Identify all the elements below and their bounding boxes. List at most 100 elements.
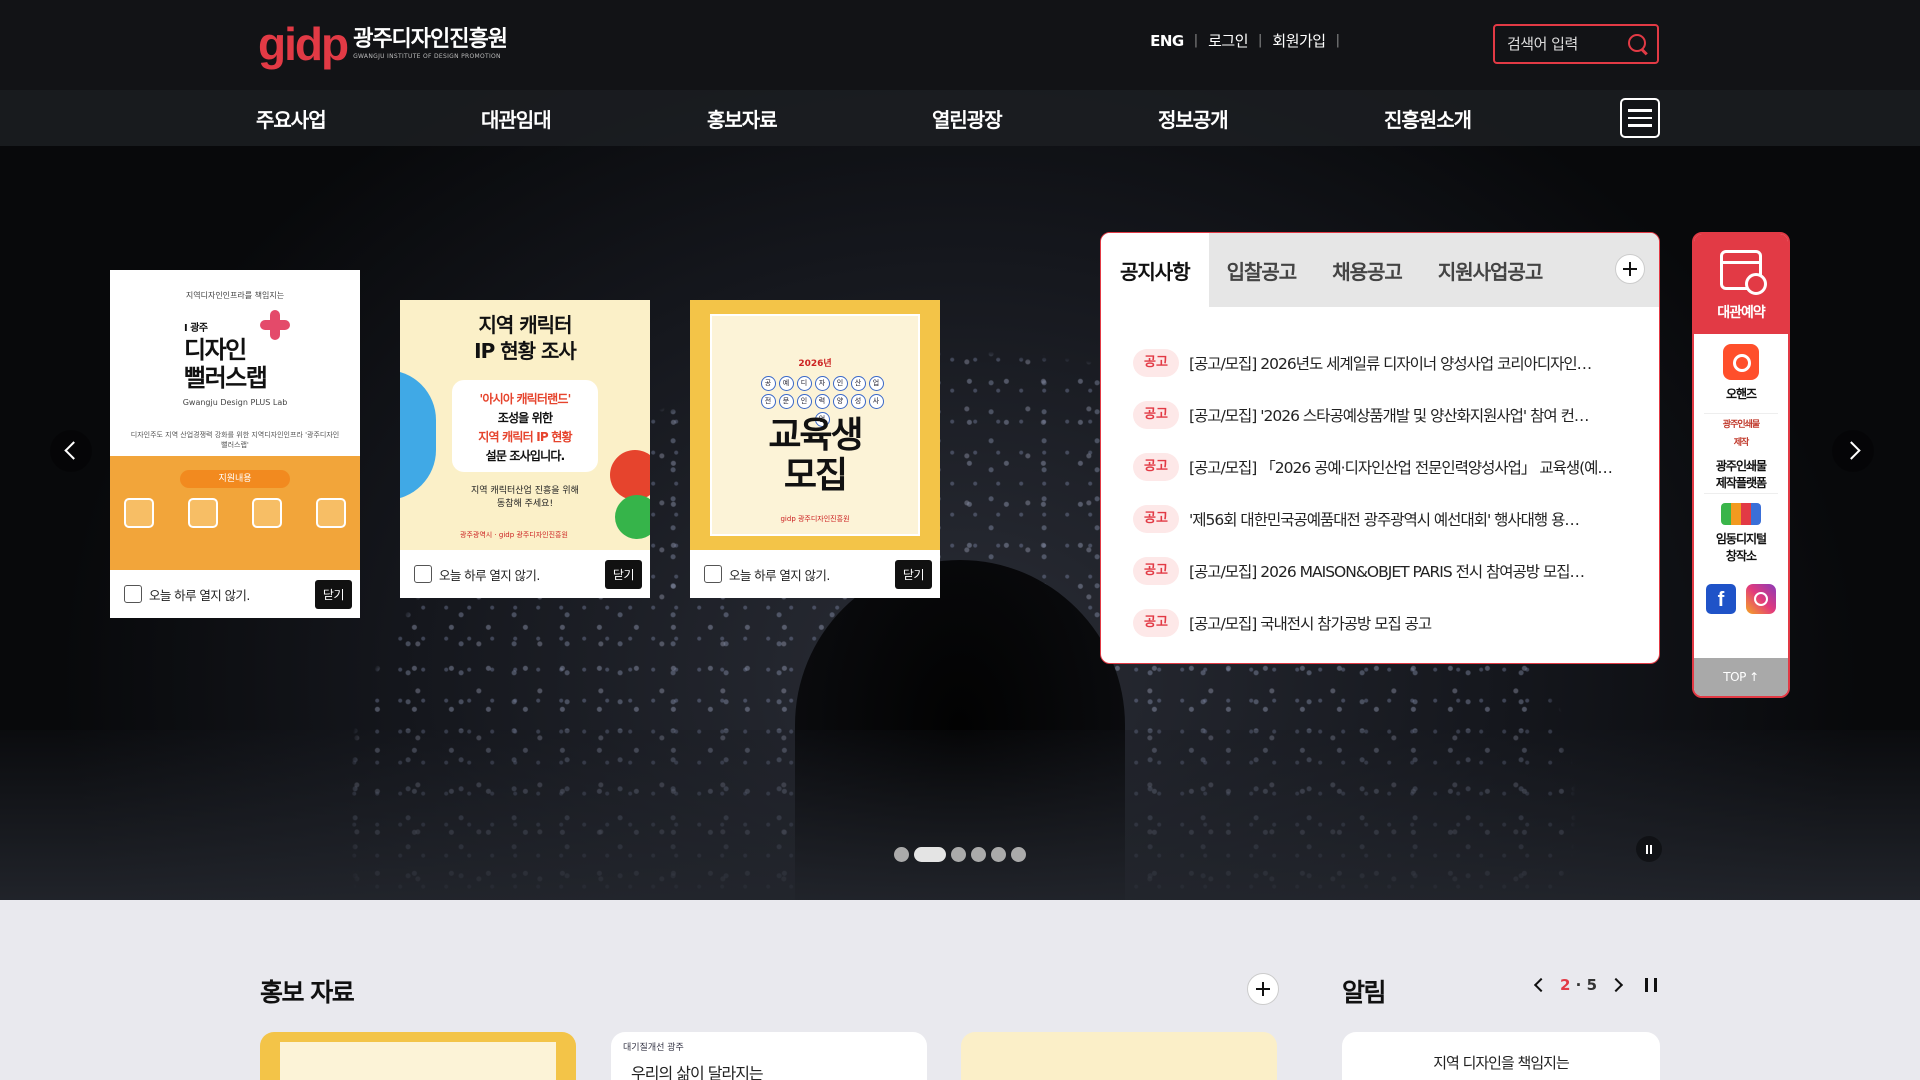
nav-item-open-square[interactable]: 열린광장 (932, 104, 1003, 133)
chevron-right-icon[interactable] (1608, 977, 1624, 993)
title-circle: 성 (850, 394, 866, 409)
title-circle: 예 (778, 376, 794, 391)
instagram-icon[interactable] (1746, 584, 1776, 614)
notice-badge: 공고 (1133, 505, 1179, 533)
slider-prev-icon[interactable] (50, 430, 92, 472)
popup-image[interactable]: 지역디자인인프라를 책임지는 I 광주 디자인 뻘러스랩 Gwangju Des… (110, 270, 360, 570)
notice-board: 공지사항 입찰공고 채용공고 지원사업공고 공고 [공고/모집] 2026년도 세… (1100, 232, 1660, 664)
popup-image[interactable]: 지역 캐릭터 IP 현황 조사 '아시아 캐릭터랜드' 조성을 위한 지역 캐릭… (400, 300, 650, 550)
popup-footer: 오늘 하루 열지 않기. 닫기 (400, 550, 650, 598)
util-separator: | (1335, 33, 1340, 48)
nav-item-promotion[interactable]: 홍보자료 (707, 104, 778, 133)
logo-sub: GWANGJU INSTITUTE OF DESIGN PROMOTION (353, 53, 501, 60)
nav-item-disclosure[interactable]: 정보공개 (1158, 104, 1229, 133)
notice-title[interactable]: [공고/모집] 2026 MAISON&OBJET PARIS 전시 참여공방 … (1189, 560, 1633, 582)
slider-pause-icon[interactable] (1636, 836, 1662, 862)
notice-item[interactable]: 공고 [공고/모집] 「2026 공예·디자인산업 전문인력양성사업」 교육생(예… (1133, 441, 1633, 493)
notice-item[interactable]: 공고 [공고/모집] 국내전시 참가공방 모집 공고 (1133, 597, 1633, 649)
notify-card[interactable]: 지역 디자인을 책임지는 (1342, 1032, 1660, 1080)
title-circle: 공 (760, 376, 776, 391)
notice-title[interactable]: [공고/모집] 국내전시 참가공방 모집 공고 (1189, 612, 1633, 634)
slider-next-icon[interactable] (1832, 430, 1874, 472)
popup-character-ip-survey: 지역 캐릭터 IP 현황 조사 '아시아 캐릭터랜드' 조성을 위한 지역 캐릭… (400, 300, 650, 598)
facebook-icon[interactable]: f (1706, 584, 1736, 614)
popup-footer: 오늘 하루 열지 않기. 닫기 (690, 550, 940, 598)
notice-badge: 공고 (1133, 453, 1179, 481)
chevron-left-icon[interactable] (1533, 977, 1549, 993)
popup-footer: 오늘 하루 열지 않기. 닫기 (110, 570, 360, 618)
notice-item[interactable]: 공고 [공고/모집] '2026 스타공예상품개발 및 양산화지원사업' 참여 컨… (1133, 389, 1633, 441)
nav-item-main-business[interactable]: 주요사업 (256, 104, 327, 133)
quick-digital-studio[interactable]: 임동디지털 창작소 (1704, 494, 1778, 574)
dont-show-today-checkbox[interactable] (414, 565, 432, 583)
popup-close-button[interactable]: 닫기 (894, 559, 932, 589)
pause-icon[interactable] (1645, 978, 1658, 992)
nav-item-rental[interactable]: 대관임대 (481, 104, 552, 133)
notice-title[interactable]: '제56회 대한민국공예품대전 광주광역시 예선대회' 행사대행 용… (1189, 508, 1633, 530)
scroll-top-button[interactable]: TOP ↑ (1694, 658, 1788, 696)
title-circle: 문 (778, 394, 794, 409)
slider-dot[interactable] (991, 847, 1006, 862)
sns-links: f (1694, 584, 1788, 614)
notice-title[interactable]: [공고/모집] 「2026 공예·디자인산업 전문인력양성사업」 교육생(예… (1189, 456, 1633, 478)
notice-badge: 공고 (1133, 349, 1179, 377)
notice-item[interactable]: 공고 '제56회 대한민국공예품대전 광주광역시 예선대회' 행사대행 용… (1133, 493, 1633, 545)
title-circle: 업 (868, 376, 884, 391)
promo-card[interactable]: 대기질개선 광주 우리의 삶이 달라지는 (611, 1032, 927, 1080)
eng-link[interactable]: ENG (1150, 32, 1184, 50)
slider-dot[interactable] (914, 847, 946, 862)
notice-list: 공고 [공고/모집] 2026년도 세계일류 디자이너 양성사업 코리아디자인… 공… (1133, 337, 1633, 649)
promo-card[interactable] (961, 1032, 1277, 1080)
tab-recruit[interactable]: 채용공고 (1332, 233, 1403, 307)
popup-close-button[interactable]: 닫기 (314, 579, 352, 609)
notice-badge: 공고 (1133, 401, 1179, 429)
notice-title[interactable]: [공고/모집] '2026 스타공예상품개발 및 양산화지원사업' 참여 컨… (1189, 404, 1633, 426)
util-separator: | (1193, 33, 1199, 48)
promo-card[interactable] (260, 1032, 576, 1080)
dont-show-today-checkbox[interactable] (124, 585, 142, 603)
slider-dots (894, 847, 1026, 862)
quick-ohands[interactable]: 오핸즈 (1704, 334, 1778, 414)
slider-dot[interactable] (951, 847, 966, 862)
notice-title[interactable]: [공고/모집] 2026년도 세계일류 디자이너 양성사업 코리아디자인… (1189, 352, 1633, 374)
title-circle: 산 (850, 376, 866, 391)
popup-close-button[interactable]: 닫기 (604, 559, 642, 589)
slider-dot[interactable] (971, 847, 986, 862)
title-circle: 자 (814, 376, 830, 391)
quick-reserve[interactable]: 대관예약 (1694, 234, 1788, 334)
tab-notice[interactable]: 공지사항 (1101, 233, 1209, 307)
popup-trainee-recruitment: 2026년 공예디자인산업전문인력양성사업 교육생 모집 gidp 광주디자인진… (690, 300, 940, 598)
join-link[interactable]: 회원가입 (1272, 30, 1326, 51)
login-link[interactable]: 로그인 (1208, 30, 1248, 51)
title-circle: 인 (832, 376, 848, 391)
slider-dot[interactable] (894, 847, 909, 862)
title-circle: 사 (868, 394, 884, 409)
promo-section-title: 홍보 자료 (260, 978, 355, 1007)
search-input[interactable] (1507, 35, 1627, 53)
quick-print-platform[interactable]: 광주인쇄물 제작 광주인쇄물 제작플랫폼 (1704, 414, 1778, 494)
character-illustration (400, 370, 436, 500)
dont-show-today-checkbox[interactable] (704, 565, 722, 583)
slider-dot[interactable] (1011, 847, 1026, 862)
calendar-clock-icon (1720, 250, 1767, 295)
character-illustration (615, 495, 650, 539)
hamburger-menu-icon[interactable] (1620, 98, 1660, 138)
notice-item[interactable]: 공고 [공고/모집] 2026 MAISON&OBJET PARIS 전시 참여공… (1133, 545, 1633, 597)
logo-mark: gidp (258, 18, 349, 70)
notice-badge: 공고 (1133, 609, 1179, 637)
support-icon (188, 498, 218, 528)
print-platform-icon: 광주인쇄물 제작 (1722, 419, 1760, 448)
notice-item[interactable]: 공고 [공고/모집] 2026년도 세계일류 디자이너 양성사업 코리아디자인… (1133, 337, 1633, 389)
site-logo[interactable]: gidp 광주디자인진흥원 GWANGJU INSTITUTE OF DESIG… (258, 18, 508, 70)
promo-more-plus-icon[interactable] (1247, 973, 1279, 1005)
ohands-icon (1723, 344, 1759, 380)
more-plus-icon[interactable] (1615, 254, 1645, 284)
search-icon[interactable] (1627, 33, 1649, 55)
notify-section-title: 알림 (1342, 978, 1387, 1007)
nav-item-about[interactable]: 진흥원소개 (1384, 104, 1472, 133)
tab-support-program[interactable]: 지원사업공고 (1438, 233, 1543, 307)
tab-bid[interactable]: 입찰공고 (1227, 233, 1298, 307)
popup-design-plus-lab: 지역디자인인프라를 책임지는 I 광주 디자인 뻘러스랩 Gwangju Des… (110, 270, 360, 618)
popup-image[interactable]: 2026년 공예디자인산업전문인력양성사업 교육생 모집 gidp 광주디자인진… (690, 300, 940, 550)
title-circle: 인 (796, 394, 812, 409)
